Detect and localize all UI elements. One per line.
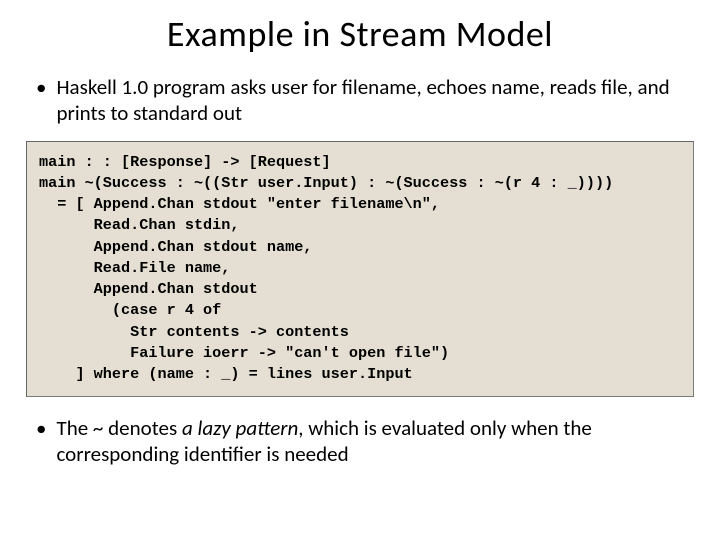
bullet-mark: • bbox=[36, 415, 46, 468]
slide-title: Example in Stream Model bbox=[24, 12, 696, 56]
bullet-text: Haskell 1.0 program asks user for filena… bbox=[56, 74, 696, 127]
bullet-text-em: a lazy pattern bbox=[182, 415, 298, 441]
bullet-text-pre: The ~ denotes bbox=[56, 415, 181, 441]
code-block: main : : [Response] -> [Request] main ~(… bbox=[26, 141, 694, 397]
bullet-mark: • bbox=[36, 74, 46, 127]
bullet-item-1: • Haskell 1.0 program asks user for file… bbox=[36, 74, 696, 127]
bullet-text: The ~ denotes a lazy pattern, which is e… bbox=[56, 415, 696, 468]
bullet-item-2: • The ~ denotes a lazy pattern, which is… bbox=[36, 415, 696, 468]
